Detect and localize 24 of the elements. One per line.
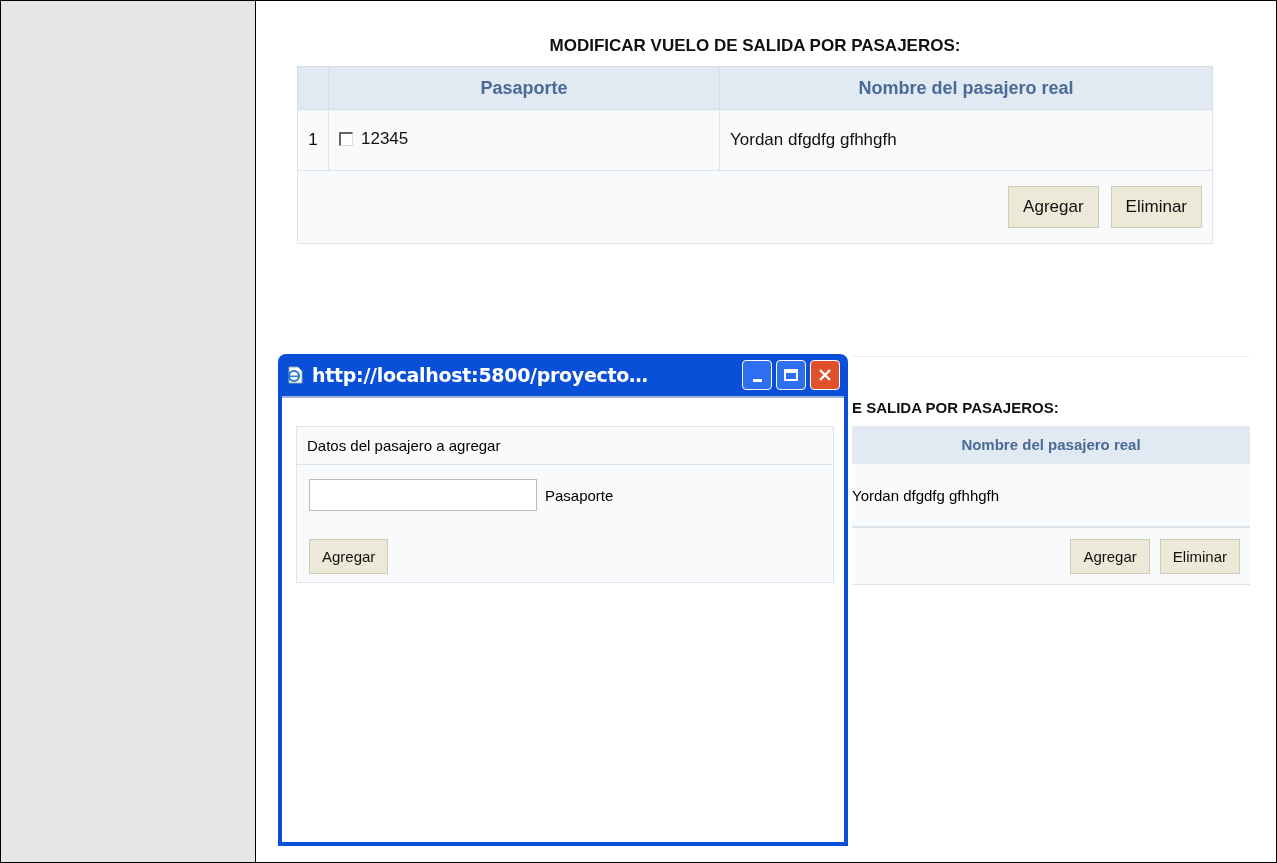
browser-page-icon: [286, 366, 304, 384]
action-button[interactable]: Eliminar: [1159, 538, 1240, 574]
table-cell: 12345: [361, 129, 409, 149]
section-title: E SALIDA POR PASAJEROS:: [852, 399, 1060, 416]
action-button[interactable]: Eliminar: [1110, 186, 1202, 228]
column-header: Pasaporte: [328, 66, 720, 110]
form-heading: Datos del pasajero a agregar: [307, 437, 501, 454]
maximize-button[interactable]: [776, 360, 806, 390]
action-button[interactable]: Agregar: [1008, 186, 1099, 228]
add-button[interactable]: Agregar: [309, 539, 389, 574]
window-title: http://localhost:5800/proyecto…: [312, 364, 649, 386]
close-button[interactable]: [810, 360, 840, 390]
row-number: 1: [297, 109, 329, 171]
minimize-button[interactable]: [742, 360, 772, 390]
action-button[interactable]: Agregar: [1070, 538, 1150, 574]
checkbox[interactable]: [339, 132, 353, 146]
table-cell: Yordan dfgdfg gfhhgfh: [719, 109, 1213, 171]
column-header: Nombre del pasajero real: [719, 66, 1213, 110]
table-cell: Yordan dfgdfg gfhhgfh: [852, 486, 1000, 504]
column-header: Nombre del pasajero real: [852, 426, 1250, 464]
close-icon: [818, 368, 832, 382]
section-title: MODIFICAR VUELO DE SALIDA POR PASAJEROS:: [548, 36, 962, 56]
field-label: Pasaporte: [545, 486, 614, 504]
passport-input-field[interactable]: [309, 479, 537, 511]
